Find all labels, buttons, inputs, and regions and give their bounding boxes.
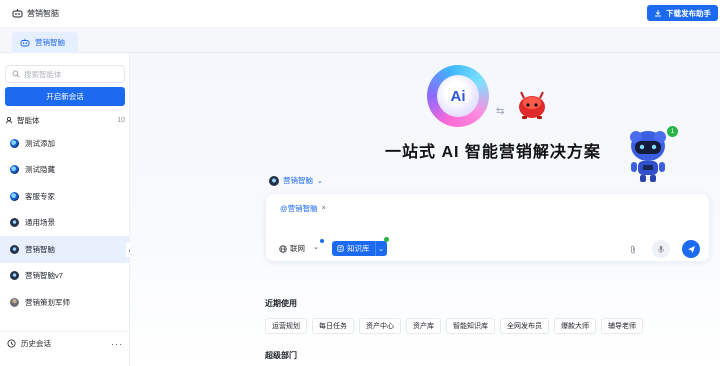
- chevron-down-icon[interactable]: ⌄: [374, 241, 387, 256]
- recent-item-chip[interactable]: 运营规划: [265, 318, 307, 334]
- super-dept-section-title: 超级部门: [265, 351, 297, 360]
- agent-list: 测试添加 测试隐藏 客服专家 通用场景 营销智脑 营销智脑v7 营销策划军师: [0, 130, 129, 316]
- close-icon[interactable]: ×: [322, 205, 326, 212]
- agent-avatar-icon: [10, 191, 19, 201]
- recent-item-chip[interactable]: 资产中心: [359, 318, 401, 334]
- person-avatar-icon: [10, 297, 19, 307]
- agent-avatar-icon: [10, 271, 19, 281]
- sidebar-item-general-scene[interactable]: 通用场景: [0, 210, 129, 237]
- agent-avatar-icon: [269, 175, 279, 186]
- ai-logo-text: Ai: [437, 75, 479, 117]
- web-search-label: 联网: [290, 244, 305, 253]
- sidebar-item-test-add[interactable]: 测试添加: [0, 130, 129, 157]
- ai-logo-icon: Ai: [427, 65, 489, 127]
- agent-label: 通用场景: [25, 218, 55, 228]
- recent-item-chip[interactable]: 全网发布员: [500, 318, 549, 334]
- sidebar-item-marketing-brain-v7[interactable]: 营销智脑v7: [0, 263, 129, 290]
- chevron-down-icon[interactable]: ⌄: [313, 243, 319, 251]
- send-icon: [687, 245, 695, 253]
- sidebar-item-test-hidden[interactable]: 测试隐藏: [0, 157, 129, 184]
- recent-items: 运营规划 每日任务 资产中心 资产库 智能知识库 全网发布员 爆款大师 辅导老师: [265, 318, 643, 334]
- history-label: 历史会话: [21, 339, 51, 348]
- more-options-icon[interactable]: ···: [111, 339, 123, 349]
- chat-input-card[interactable]: @营销智脑 × 联网 ⌄ 知识库 ⌄: [265, 193, 710, 262]
- agent-label: 营销策划军师: [25, 297, 70, 307]
- agent-selector[interactable]: 营销智脑 ⌄: [269, 175, 323, 186]
- agent-search[interactable]: [5, 65, 125, 83]
- recent-item-chip[interactable]: 辅导老师: [601, 318, 643, 334]
- voice-input-button[interactable]: [652, 240, 670, 258]
- globe-icon: [279, 244, 287, 253]
- knowledge-base-control: 知识库 ⌄: [332, 241, 387, 256]
- sidebar-item-customer-service[interactable]: 客服专家: [0, 183, 129, 210]
- agent-avatar-icon: [10, 138, 19, 148]
- knowledge-base-label: 知识库: [347, 244, 370, 253]
- history-sessions[interactable]: 历史会话 ···: [0, 331, 129, 355]
- agent-group-icon: [5, 116, 13, 124]
- robot-tab-icon: [20, 38, 30, 47]
- blue-robot-mascot-icon: [630, 131, 666, 182]
- recent-section-title: 近期使用: [265, 299, 297, 308]
- agents-section-header[interactable]: 智能体 10: [5, 114, 125, 126]
- sidebar-item-marketing-strategist[interactable]: 营销策划军师: [0, 289, 129, 316]
- agent-label: 测试隐藏: [25, 165, 55, 175]
- history-clock-icon: [7, 339, 16, 348]
- notification-badge: 1: [667, 126, 678, 137]
- app-title: 营销智脑: [27, 9, 59, 18]
- agents-count: 10: [117, 116, 125, 124]
- paperclip-icon: [631, 245, 635, 253]
- agent-label: 测试添加: [25, 138, 55, 148]
- swap-arrows-icon: ⇆: [496, 106, 505, 117]
- recent-item-chip[interactable]: 每日任务: [312, 318, 354, 334]
- recent-item-chip[interactable]: 资产库: [406, 318, 441, 334]
- agent-avatar-icon: [10, 165, 19, 175]
- agent-avatar-icon: [10, 244, 19, 254]
- send-button[interactable]: [682, 240, 700, 258]
- microphone-icon: [658, 245, 664, 253]
- mention-tag-label: @营销智脑: [280, 204, 318, 213]
- top-bar: 营销智脑 下载发布助手: [0, 0, 720, 27]
- download-assistant-button[interactable]: 下载发布助手: [647, 5, 718, 21]
- red-mascot-icon: [519, 91, 545, 119]
- book-icon: [337, 245, 344, 252]
- robot-logo-icon: [12, 9, 23, 18]
- recent-item-chip[interactable]: 爆款大师: [554, 318, 596, 334]
- recent-item-chip[interactable]: 智能知识库: [446, 318, 495, 334]
- agents-section-title: 智能体: [17, 115, 40, 125]
- search-input[interactable]: [24, 69, 114, 79]
- agent-label: 营销智脑: [25, 244, 55, 254]
- download-icon: [655, 10, 661, 17]
- hero-title: 一站式 AI 智能营销解决方案: [385, 144, 601, 161]
- knowledge-base-button[interactable]: 知识库: [332, 241, 375, 256]
- download-button-label: 下载发布助手: [666, 8, 711, 18]
- tab-label: 营销智脑: [35, 38, 65, 47]
- web-search-toggle[interactable]: 联网: [279, 243, 305, 254]
- chevron-down-icon: ⌄: [317, 177, 323, 185]
- new-chat-button[interactable]: 开启新会话: [5, 87, 125, 106]
- tab-marketing-brain[interactable]: 营销智脑: [12, 32, 78, 53]
- agent-label: 营销智脑v7: [25, 271, 63, 281]
- agent-label: 客服专家: [25, 191, 55, 201]
- search-icon: [12, 70, 20, 78]
- attach-button[interactable]: [625, 241, 641, 257]
- agent-selector-label: 营销智脑: [283, 176, 313, 185]
- status-dot: [320, 239, 324, 243]
- sidebar: 开启新会话 智能体 10 测试添加 测试隐藏 客服专家 通用场景 营销智脑: [0, 53, 134, 366]
- sidebar-item-marketing-brain[interactable]: 营销智脑: [0, 236, 129, 263]
- online-status-dot: [384, 237, 389, 242]
- agent-avatar-icon: [10, 218, 19, 228]
- tab-bar: 营销智脑: [0, 27, 720, 53]
- agent-mention-tag[interactable]: @营销智脑 ×: [280, 203, 326, 214]
